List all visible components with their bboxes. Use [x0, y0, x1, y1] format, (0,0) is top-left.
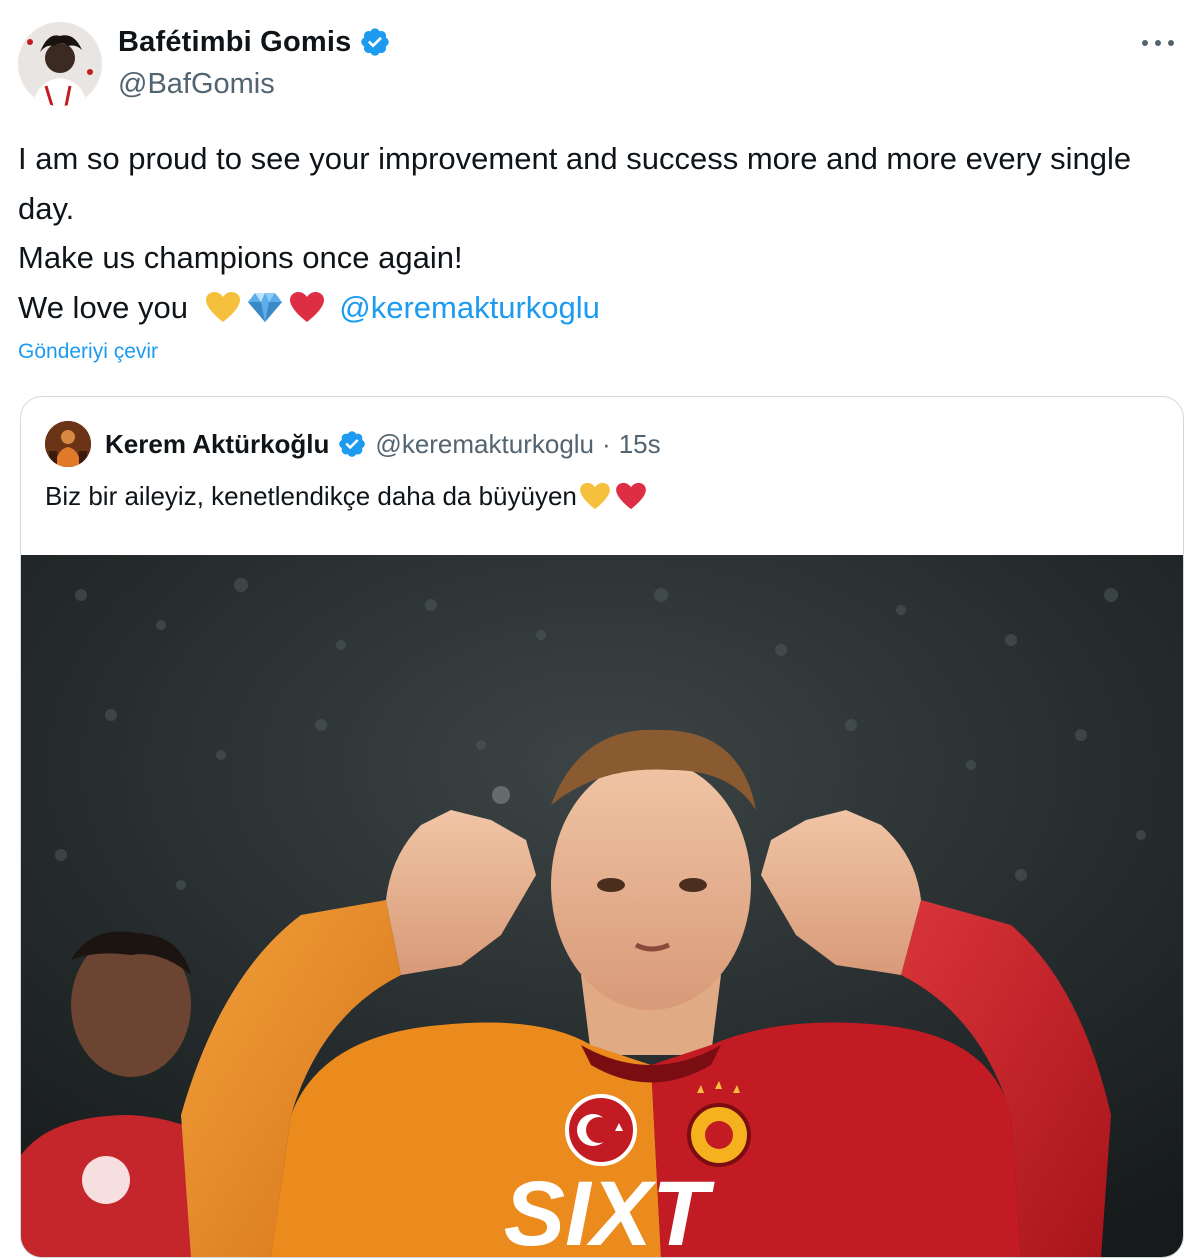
tweet-line: I am so proud to see your improvement an…: [18, 141, 1132, 226]
more-options-icon: [1142, 40, 1174, 46]
quote-timestamp[interactable]: 15s: [619, 429, 661, 460]
mention-link[interactable]: @keremakturkoglu: [339, 290, 600, 325]
quote-avatar[interactable]: [45, 421, 91, 467]
verified-badge-icon[interactable]: [359, 26, 391, 58]
tweet-line-love: We love you @keremakturkoglu: [18, 283, 1140, 333]
quote-text-content: Biz bir aileyiz, kenetlendikçe daha da b…: [45, 481, 577, 511]
quote-header: Kerem Aktürkoğlu @keremakturkoglu · 15s: [45, 421, 661, 467]
yellow-heart-icon: [580, 482, 610, 510]
more-options-button[interactable]: [1138, 28, 1178, 58]
quote-author-handle[interactable]: @keremakturkoglu: [375, 429, 594, 460]
author-block: Bafétimbi Gomis @BafGomis: [118, 24, 391, 101]
author-handle[interactable]: @BafGomis: [118, 68, 391, 101]
author-name-row: Bafétimbi Gomis: [118, 24, 391, 60]
tweet-line: We love you: [18, 289, 189, 325]
quoted-tweet[interactable]: Kerem Aktürkoğlu @keremakturkoglu · 15s …: [20, 396, 1184, 1258]
yellow-heart-icon: [205, 291, 240, 322]
red-heart-icon: [289, 291, 324, 322]
quote-author-name[interactable]: Kerem Aktürkoğlu: [105, 429, 329, 460]
quote-text: Biz bir aileyiz, kenetlendikçe daha da b…: [45, 481, 653, 512]
red-heart-icon: [616, 482, 646, 510]
tweet-text: I am so proud to see your improvement an…: [18, 134, 1140, 332]
verified-badge-icon: [339, 431, 366, 457]
author-avatar[interactable]: [18, 22, 102, 106]
translate-link[interactable]: Gönderiyi çevir: [18, 340, 158, 364]
shirt-sponsor-text: SIXT: [504, 1163, 715, 1257]
tweet-header: Bafétimbi Gomis @BafGomis: [18, 18, 1182, 108]
quote-media-photo[interactable]: SIXT: [21, 555, 1183, 1257]
tweet-line: Make us champions once again!: [18, 240, 463, 275]
quote-separator: ·: [602, 428, 611, 459]
gem-icon: [247, 292, 282, 322]
author-name[interactable]: Bafétimbi Gomis: [118, 26, 351, 59]
